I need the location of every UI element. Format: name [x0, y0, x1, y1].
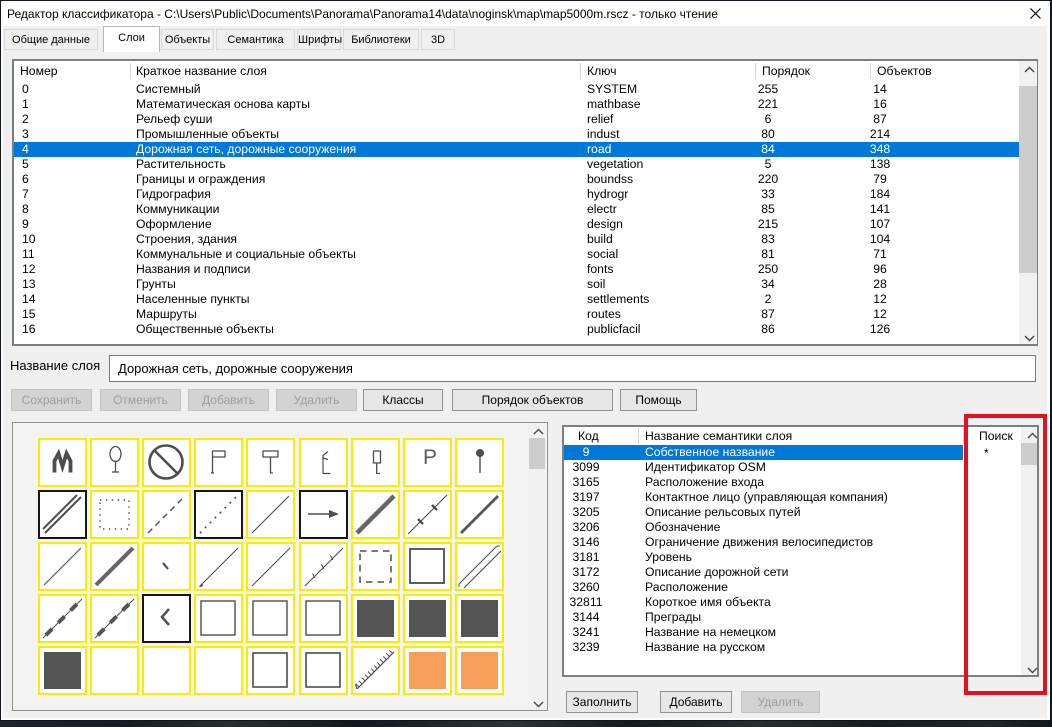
svg-text:P: P: [423, 446, 437, 469]
